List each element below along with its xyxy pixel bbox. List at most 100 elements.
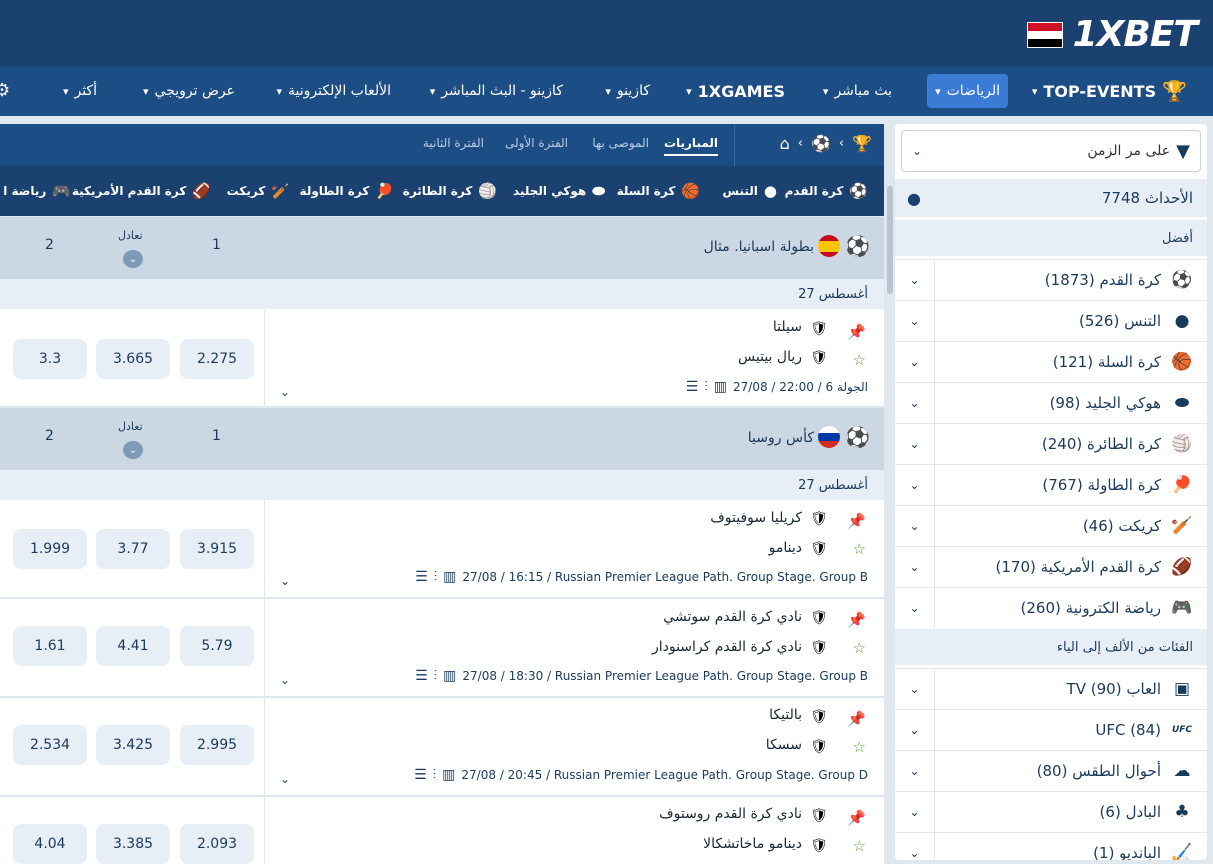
sport-cricket[interactable]: كريكت 🏏	[227, 182, 290, 200]
pin-icon[interactable]: 📌	[847, 710, 866, 728]
odd-1[interactable]: 2.275	[180, 339, 254, 379]
list-icon[interactable]: ☰	[415, 569, 428, 585]
list-icon[interactable]: ☰	[686, 379, 699, 395]
odd-2[interactable]: 1.61	[13, 626, 87, 666]
sport-basketball[interactable]: كرة السلة 🏀	[617, 182, 700, 200]
chevron-down-icon[interactable]: ⌄	[895, 751, 935, 791]
chevron-down-icon[interactable]: ⌄	[895, 833, 935, 860]
match-row[interactable]: 📌 ☆ 🛡 🛡 نادي كرة القدم روستوف دينامو ماخ…	[0, 797, 884, 864]
match-row[interactable]: 📌 ☆ 🛡 🛡 بالتيكا سسكا ☰ ⫶ ▥ 27/08 / 20:45…	[0, 698, 884, 796]
brand-logo[interactable]: 1XBET	[1026, 14, 1198, 55]
odd-2[interactable]: 3.3	[13, 339, 87, 379]
chart-icon[interactable]: ▥	[714, 379, 727, 395]
chart-icon[interactable]: ▥	[443, 569, 456, 585]
stats-icon[interactable]: ⫶	[434, 569, 438, 585]
sport-american-football[interactable]: كرة القدم الأمريكية 🏈	[72, 182, 211, 200]
sidebar-item-tennis[interactable]: ⌄ التنس (526) ●	[895, 300, 1207, 341]
match-row[interactable]: 📌 ☆ 🛡 🛡 سيلتا ريال بيتيس ☰ ⫶ ▥ 27/08 / 2…	[0, 309, 884, 407]
trophy-icon[interactable]: 🏆	[852, 134, 872, 153]
nav-sports[interactable]: ▾ الرياضات	[927, 74, 1008, 108]
league-header[interactable]: ⚽ بطولة اسبانيا. مثال 1 تعادل ⌄ 2	[0, 217, 884, 279]
odd-draw[interactable]: 3.385	[96, 824, 170, 864]
tab-first-half[interactable]: الفترة الأولى	[505, 136, 568, 150]
star-icon[interactable]: ☆	[853, 738, 866, 756]
chevron-down-icon[interactable]: ⌄	[280, 385, 290, 399]
nav-esports[interactable]: ▾ الألعاب الإلكترونية	[268, 74, 399, 108]
scrollbar[interactable]	[887, 186, 893, 294]
chevron-down-icon[interactable]: ⌄	[895, 301, 935, 341]
sidebar-item-hockey[interactable]: ⌄ هوكي الجليد (98) ⬬	[895, 382, 1207, 423]
pin-icon[interactable]: 📌	[847, 809, 866, 827]
sidebar-item-bandy[interactable]: ⌄ البانديو (1) 🏑	[895, 832, 1207, 860]
sport-volleyball[interactable]: كرة الطائرة 🏐	[403, 182, 497, 200]
star-icon[interactable]: ☆	[853, 540, 866, 558]
pin-icon[interactable]: 📌	[847, 323, 866, 341]
chevron-down-icon[interactable]: ⌄	[895, 260, 935, 300]
soccer-icon[interactable]: ⚽	[811, 134, 831, 153]
sport-table-tennis[interactable]: كرة الطاولة 🏓	[300, 182, 394, 200]
nav-live[interactable]: ▾ بث مباشر	[815, 74, 900, 108]
list-icon[interactable]: ☰	[414, 767, 427, 783]
chevron-down-icon[interactable]: ⌄	[280, 673, 290, 687]
chevron-down-icon[interactable]: ⌄	[895, 669, 935, 709]
pin-icon[interactable]: 📌	[847, 512, 866, 530]
chevron-down-icon[interactable]: ⌄	[895, 710, 935, 750]
odd-draw[interactable]: 4.41	[96, 626, 170, 666]
odd-draw[interactable]: 3.77	[96, 529, 170, 569]
sidebar-item-tv-games[interactable]: ⌄ TV العاب (90) ▣	[895, 668, 1207, 709]
stats-icon[interactable]: ⫶	[434, 668, 438, 684]
nav-1xgames[interactable]: ▾ 1XGAMES	[678, 74, 793, 108]
nav-more[interactable]: ▾ أكثر	[55, 74, 105, 108]
nav-top-events[interactable]: ▾ TOP-EVENTS 🏆	[1024, 74, 1195, 108]
chevron-down-icon[interactable]: ⌄	[895, 588, 935, 628]
tab-second-half[interactable]: الفترة الثانية	[423, 136, 484, 150]
odd-1[interactable]: 2.995	[180, 725, 254, 765]
star-icon[interactable]: ☆	[853, 351, 866, 369]
stats-icon[interactable]: ⫶	[433, 767, 437, 783]
sidebar-item-cricket[interactable]: ⌄ كريكت (46) 🏏	[895, 505, 1207, 546]
chevron-down-icon[interactable]: ⌄	[895, 547, 935, 587]
league-header[interactable]: ⚽ كأس روسيا 1 تعادل ⌄ 2	[0, 408, 884, 470]
chart-icon[interactable]: ▥	[443, 668, 456, 684]
sidebar-item-american-football[interactable]: ⌄ كرة القدم الأمريكية (170) 🏈	[895, 546, 1207, 587]
chevron-down-icon[interactable]: ⌄	[280, 574, 290, 588]
home-icon[interactable]: ⌂	[780, 134, 790, 153]
chevron-down-icon[interactable]: ⌄	[895, 424, 935, 464]
list-icon[interactable]: ☰	[415, 668, 428, 684]
sidebar-item-basketball[interactable]: ⌄ كرة السلة (121) 🏀	[895, 341, 1207, 382]
sport-esports[interactable]: رياضة ا 🎮	[3, 182, 71, 200]
stats-icon[interactable]: ⫶	[704, 379, 708, 395]
settings-icon[interactable]: ⚙	[0, 80, 10, 101]
sidebar-item-ufc[interactable]: ⌄ UFC (84) UFC	[895, 709, 1207, 750]
odd-2[interactable]: 2.534	[13, 725, 87, 765]
chevron-down-icon[interactable]: ⌄	[280, 772, 290, 786]
odd-1[interactable]: 2.093	[180, 824, 254, 864]
odd-2[interactable]: 4.04	[13, 824, 87, 864]
sport-hockey[interactable]: هوكي الجليد ⬬	[513, 182, 605, 200]
chevron-down-icon[interactable]: ⌄	[123, 441, 143, 459]
events-count-row[interactable]: ● 7748 الأحداث	[895, 179, 1207, 217]
odd-draw[interactable]: 3.665	[96, 339, 170, 379]
match-row[interactable]: 📌 ☆ 🛡 🛡 كريليا سوفيتوف دينامو ☰ ⫶ ▥ 27/0…	[0, 500, 884, 598]
time-filter-select[interactable]: ⌄ على مر الزمن ▼	[901, 130, 1201, 172]
pin-icon[interactable]: 📌	[847, 611, 866, 629]
chevron-down-icon[interactable]: ⌄	[895, 465, 935, 505]
odd-1[interactable]: 5.79	[180, 626, 254, 666]
chevron-down-icon[interactable]: ⌄	[123, 250, 143, 268]
match-row[interactable]: 📌 ☆ 🛡 🛡 نادي كرة القدم سوتشي نادي كرة ال…	[0, 599, 884, 697]
odd-2[interactable]: 1.999	[13, 529, 87, 569]
odd-draw[interactable]: 3.425	[96, 725, 170, 765]
sidebar-item-table-tennis[interactable]: ⌄ كرة الطاولة (767) 🏓	[895, 464, 1207, 505]
star-icon[interactable]: ☆	[853, 837, 866, 855]
chevron-down-icon[interactable]: ⌄	[895, 792, 935, 832]
tab-recommended[interactable]: الموصى بها	[592, 136, 649, 150]
sidebar-item-volleyball[interactable]: ⌄ كرة الطائرة (240) 🏐	[895, 423, 1207, 464]
sidebar-item-weather[interactable]: ⌄ أحوال الطقس (80) ☁	[895, 750, 1207, 791]
odd-1[interactable]: 3.915	[180, 529, 254, 569]
chevron-down-icon[interactable]: ⌄	[895, 383, 935, 423]
sport-tennis[interactable]: التنس ●	[723, 182, 777, 200]
chevron-down-icon[interactable]: ⌄	[895, 342, 935, 382]
nav-casino[interactable]: ▾ كازينو	[597, 74, 658, 108]
chevron-down-icon[interactable]: ⌄	[895, 506, 935, 546]
sidebar-item-soccer[interactable]: ⌄ كرة القدم (1873) ⚽	[895, 259, 1207, 300]
